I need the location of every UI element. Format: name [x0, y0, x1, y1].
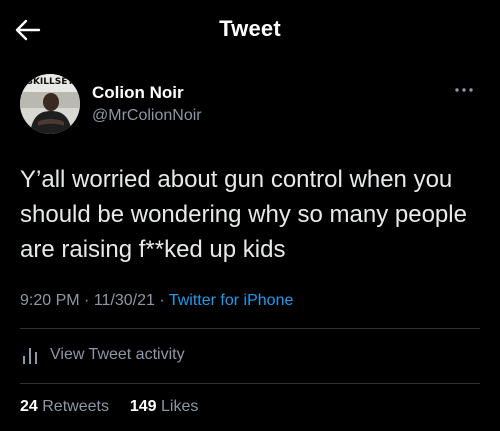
- avatar-logo-text: SKILLSET: [26, 77, 74, 87]
- likes-stat[interactable]: 149 Likes: [130, 398, 199, 415]
- meta-separator: ·: [159, 292, 165, 309]
- tweet-source-link[interactable]: Twitter for iPhone: [169, 292, 294, 309]
- divider: [20, 328, 480, 329]
- likes-count: 149: [129, 398, 157, 415]
- tweet-metadata: 9:20 PM · 11/30/21 · Twitter for iPhone: [20, 292, 480, 310]
- top-bar: Tweet: [0, 0, 500, 60]
- retweets-stat[interactable]: 24 Retweets: [20, 398, 113, 415]
- retweets-label: Retweets: [42, 398, 109, 415]
- view-activity-button[interactable]: View Tweet activity: [20, 340, 185, 370]
- divider: [20, 383, 480, 384]
- likes-label: Likes: [161, 398, 199, 415]
- tweet-date[interactable]: 11/30/21: [94, 292, 155, 309]
- avatar[interactable]: SKILLSET: [20, 74, 80, 134]
- tweet-time[interactable]: 9:20 PM: [20, 292, 80, 309]
- more-options-button[interactable]: [450, 80, 478, 100]
- tweet-author: SKILLSET Colion Noir @MrColionNoir: [20, 74, 480, 134]
- retweets-count: 24: [20, 398, 38, 415]
- tweet-text: Y’all worried about gun control when you…: [20, 166, 467, 263]
- author-handle[interactable]: @MrColionNoir: [92, 107, 202, 125]
- tweet-stats: 24 Retweets 149 Likes: [20, 398, 198, 416]
- bar-chart-icon: [23, 348, 37, 364]
- more-dots-icon: [455, 88, 473, 92]
- page-title: Tweet: [219, 16, 281, 41]
- avatar-image: SKILLSET: [20, 74, 80, 134]
- view-activity-label: View Tweet activity: [50, 346, 185, 363]
- meta-separator: ·: [84, 292, 90, 309]
- author-name[interactable]: Colion Noir: [92, 83, 184, 103]
